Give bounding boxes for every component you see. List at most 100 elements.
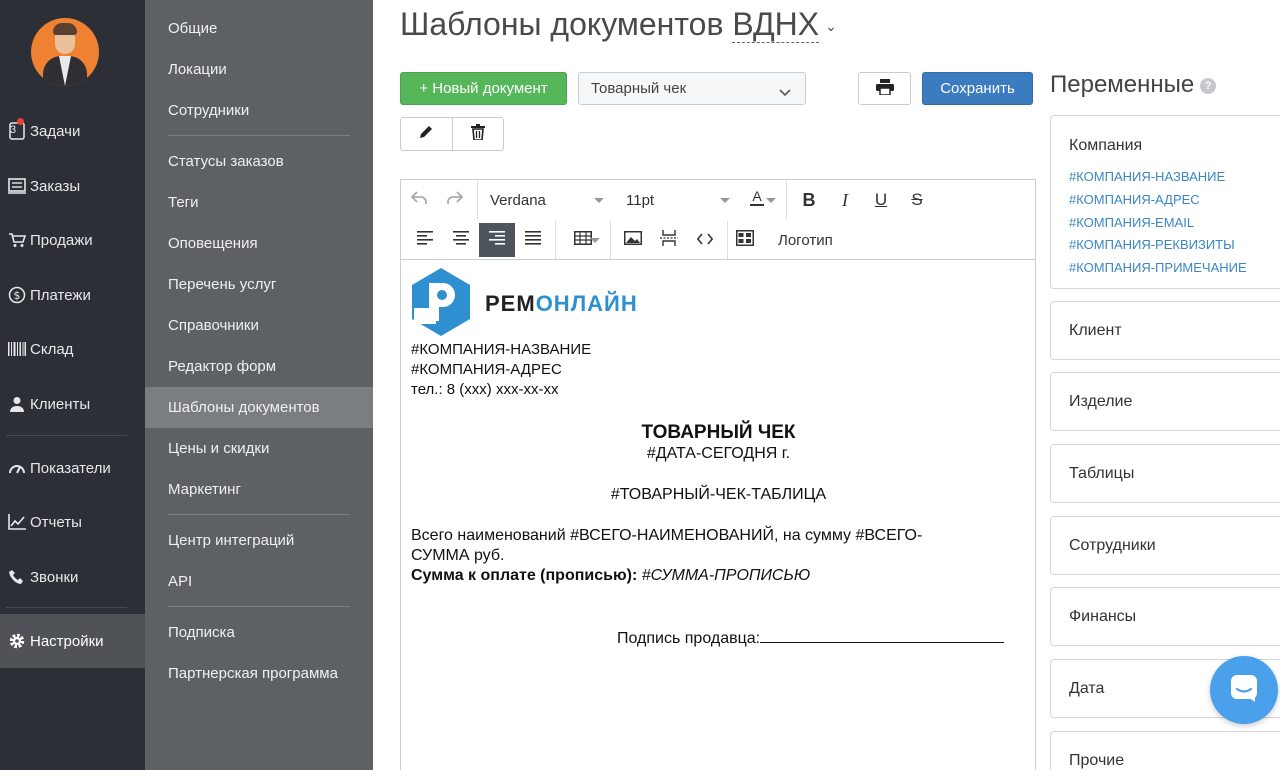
variable-group-finance[interactable]: Финансы xyxy=(1050,587,1280,646)
nav-item-payments[interactable]: $ Платежи xyxy=(0,268,145,322)
nav-label: Отчеты xyxy=(30,513,82,531)
doc-sum-words-var: #СУММА-ПРОПИСЬЮ xyxy=(641,567,811,584)
variable-link[interactable]: #КОМПАНИЯ-EMAIL xyxy=(1069,215,1194,230)
underline-button[interactable]: U xyxy=(863,183,899,217)
submenu-item[interactable]: Перечень услуг xyxy=(145,264,373,305)
undo-button[interactable] xyxy=(401,183,437,217)
nav-label: Звонки xyxy=(30,568,79,586)
submenu-item[interactable]: Центр интеграций xyxy=(145,520,373,561)
submenu-item[interactable]: Справочники xyxy=(145,305,373,346)
align-justify-icon xyxy=(525,231,541,249)
nav-label: Настройки xyxy=(30,632,104,650)
redo-button[interactable] xyxy=(437,183,473,217)
submenu-item[interactable]: Теги xyxy=(145,182,373,223)
page-break-icon xyxy=(660,230,678,250)
variable-group-title[interactable]: Компания xyxy=(1069,137,1142,155)
submenu-item-active[interactable]: Шаблоны документов xyxy=(145,387,373,428)
align-right-button[interactable] xyxy=(479,223,515,257)
variable-group-title: Прочие xyxy=(1069,752,1125,769)
variable-group-company: Компания #КОМПАНИЯ-НАЗВАНИЕ #КОМПАНИЯ-АД… xyxy=(1050,115,1280,289)
nav-label: Заказы xyxy=(30,177,81,195)
variable-group-title: Сотрудники xyxy=(1069,537,1156,554)
notification-dot xyxy=(17,118,24,125)
font-size-select[interactable]: 11pt xyxy=(610,183,736,217)
nav-item-reports[interactable]: Отчеты xyxy=(0,495,145,549)
code-icon xyxy=(696,232,714,249)
align-justify-button[interactable] xyxy=(515,223,551,257)
variable-group-other[interactable]: Прочие xyxy=(1050,731,1280,770)
nav-item-clients[interactable]: Клиенты xyxy=(0,377,145,431)
nav-item-calls[interactable]: Звонки xyxy=(0,550,145,604)
edit-button[interactable] xyxy=(401,118,452,150)
tasks-badge-number: 3 xyxy=(10,124,17,136)
source-code-button[interactable] xyxy=(687,223,723,257)
new-document-button[interactable]: + Новый документ xyxy=(400,72,567,105)
page-break-button[interactable] xyxy=(651,223,687,257)
submenu-item[interactable]: API xyxy=(145,561,373,602)
chart-line-icon xyxy=(0,514,30,530)
barcode-icon xyxy=(0,342,30,356)
text-color-button[interactable]: A xyxy=(736,183,782,217)
variable-group-client[interactable]: Клиент xyxy=(1050,301,1280,360)
trash-icon xyxy=(470,123,485,145)
submenu-item[interactable]: Цены и скидки xyxy=(145,428,373,469)
image-button[interactable] xyxy=(615,223,651,257)
submenu-item[interactable]: Редактор форм xyxy=(145,346,373,387)
template-select-value: Товарный чек xyxy=(591,80,687,97)
help-icon[interactable]: ? xyxy=(1200,77,1217,94)
strikethrough-button[interactable]: S xyxy=(899,183,935,217)
save-button[interactable]: Сохранить xyxy=(922,72,1033,105)
font-family-select[interactable]: Verdana xyxy=(482,183,610,217)
chevron-down-icon xyxy=(720,198,730,203)
submenu-item[interactable]: Статусы заказов xyxy=(145,141,373,182)
chevron-down-icon[interactable]: ⌄ xyxy=(825,18,837,34)
gear-icon xyxy=(0,632,30,650)
nav-divider xyxy=(6,435,127,436)
variable-link[interactable]: #КОМПАНИЯ-ПРИМЕЧАНИЕ xyxy=(1069,260,1247,275)
submenu-divider xyxy=(168,514,350,515)
variable-group-employees[interactable]: Сотрудники xyxy=(1050,516,1280,575)
nav-item-orders[interactable]: Заказы xyxy=(0,159,145,213)
variable-link[interactable]: #КОМПАНИЯ-НАЗВАНИЕ xyxy=(1069,169,1225,184)
variable-group-tables[interactable]: Таблицы xyxy=(1050,444,1280,503)
underline-icon: U xyxy=(874,190,888,209)
nav-item-warehouse[interactable]: Склад xyxy=(0,322,145,376)
variable-link[interactable]: #КОМПАНИЯ-АДРЕС xyxy=(1069,192,1200,207)
nav-item-tasks[interactable]: 3 Задачи xyxy=(0,104,145,158)
chevron-down-icon xyxy=(766,198,776,203)
table-button[interactable] xyxy=(560,223,606,257)
location-selector[interactable]: ВДНХ xyxy=(732,6,820,43)
dollar-icon: $ xyxy=(0,286,30,304)
submenu-item[interactable]: Сотрудники xyxy=(145,90,373,131)
doc-heading: ТОВАРНЫЙ ЧЕК xyxy=(641,422,796,443)
nav-item-settings[interactable]: Настройки xyxy=(0,614,145,668)
submenu-item[interactable]: Партнерская программа xyxy=(145,653,373,694)
bold-button[interactable]: B xyxy=(791,183,827,217)
chat-widget-button[interactable] xyxy=(1210,656,1278,724)
image-icon xyxy=(624,231,642,249)
nav-item-metrics[interactable]: Показатели xyxy=(0,441,145,495)
orders-icon xyxy=(0,178,30,194)
submenu-item[interactable]: Подписка xyxy=(145,612,373,653)
print-button[interactable] xyxy=(858,72,911,105)
submenu-item[interactable]: Оповещения xyxy=(145,223,373,264)
submenu-item[interactable]: Маркетинг xyxy=(145,469,373,510)
align-left-button[interactable] xyxy=(407,223,443,257)
variable-group-title: Клиент xyxy=(1069,322,1122,339)
nav-item-sales[interactable]: Продажи xyxy=(0,213,145,267)
main-sidebar: 3 Задачи Заказы Продажи $ Платежи Склад … xyxy=(0,0,145,770)
delete-button[interactable] xyxy=(451,118,504,150)
italic-button[interactable]: I xyxy=(827,183,863,217)
font-family-value: Verdana xyxy=(490,191,546,209)
doc-total-line-cont: СУММА руб. xyxy=(411,547,505,564)
submenu-item[interactable]: Локации xyxy=(145,49,373,90)
redo-icon xyxy=(447,191,464,209)
template-select[interactable]: Товарный чек xyxy=(578,72,806,105)
submenu-item[interactable]: Общие xyxy=(145,8,373,49)
insert-logo-button[interactable]: Логотип xyxy=(732,223,833,257)
avatar[interactable] xyxy=(31,18,99,86)
align-center-button[interactable] xyxy=(443,223,479,257)
nav-label: Клиенты xyxy=(30,395,91,413)
variable-group-item[interactable]: Изделие xyxy=(1050,372,1280,431)
variable-link[interactable]: #КОМПАНИЯ-РЕКВИЗИТЫ xyxy=(1069,237,1235,252)
